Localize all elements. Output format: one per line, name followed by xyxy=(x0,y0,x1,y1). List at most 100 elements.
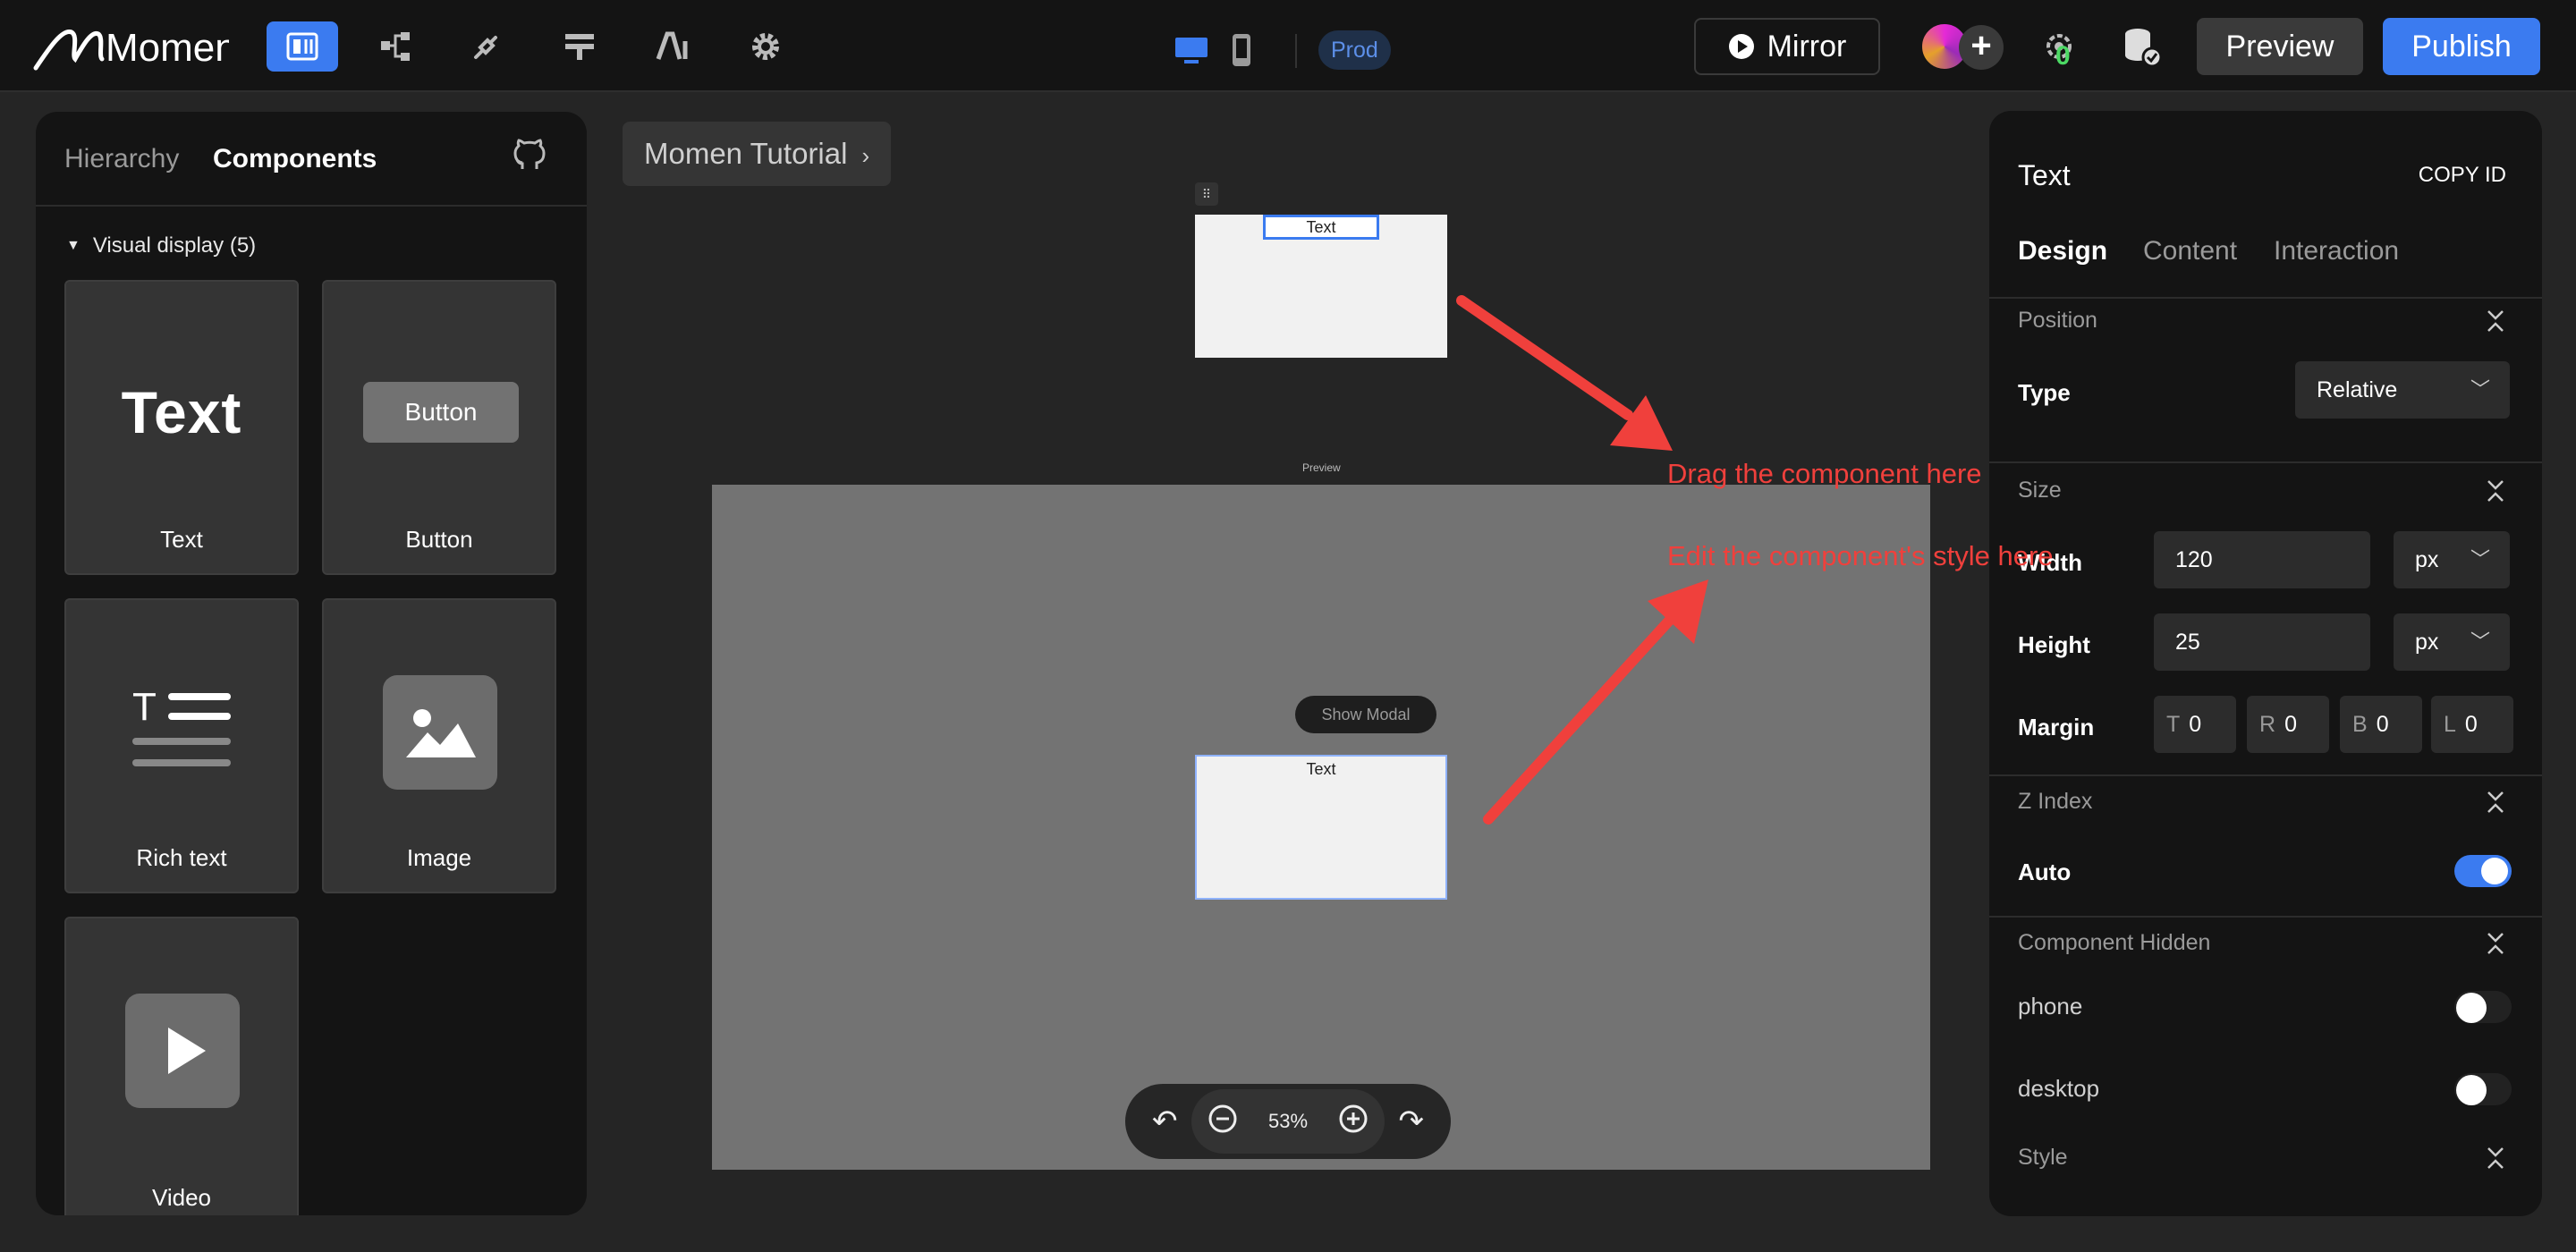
collapse-icon[interactable] xyxy=(2485,789,2506,816)
collapse-icon[interactable] xyxy=(2485,308,2506,334)
components-panel-icon xyxy=(286,32,318,61)
breadcrumb[interactable]: Momen Tutorial › xyxy=(623,122,892,186)
position-header: Position xyxy=(2018,308,2097,333)
z-index-header: Z Index xyxy=(2018,789,2093,814)
desktop-label: desktop xyxy=(2018,1075,2100,1102)
width-unit-select[interactable]: px ﹀ xyxy=(2394,531,2510,588)
collapse-icon[interactable] xyxy=(2485,1145,2506,1172)
section-title: Visual display (5) xyxy=(92,233,257,258)
modal-text-component[interactable]: Text xyxy=(1197,760,1445,779)
tab-components[interactable]: Components xyxy=(213,144,377,174)
momen-logo: Momen xyxy=(33,26,229,71)
size-header: Size xyxy=(2018,478,2062,503)
hide-on-phone-toggle[interactable] xyxy=(2454,991,2512,1023)
component-library-panel: Hierarchy Components ▼ Visual display (5)… xyxy=(36,112,587,1215)
undo-icon[interactable]: ↶ xyxy=(1152,1104,1178,1139)
publish-button[interactable]: Publish xyxy=(2383,18,2540,75)
data-model-icon xyxy=(565,34,594,60)
margin-inputs: T0 R0 B0 L0 xyxy=(2154,696,2513,753)
preview-button[interactable]: Preview xyxy=(2197,18,2363,75)
position-type-select[interactable]: Relative ﹀ xyxy=(2295,361,2510,419)
tab-hierarchy[interactable]: Hierarchy xyxy=(64,144,179,174)
canvas-frame-top[interactable]: Text xyxy=(1195,215,1447,358)
rich-text-glyph: T xyxy=(132,689,157,729)
chevron-down-icon: ﹀ xyxy=(2470,630,2490,653)
component-card-video[interactable]: Video xyxy=(64,917,299,1215)
section-z-index: Z Index Auto xyxy=(1989,774,2542,916)
properties-panel: Text COPY ID Design Content Interaction … xyxy=(1989,111,2542,1216)
edit-annotation: Edit the component's style here xyxy=(1667,540,2054,571)
component-card-text[interactable]: Text Text xyxy=(64,280,299,575)
drag-handle-icon[interactable]: ⠿ xyxy=(1195,182,1218,206)
component-label: Button xyxy=(405,526,473,553)
collapse-icon[interactable] xyxy=(2485,930,2506,957)
component-label: Video xyxy=(151,1184,212,1211)
component-card-button[interactable]: Button Button xyxy=(322,280,556,575)
modal-text-frame[interactable]: Text xyxy=(1195,755,1447,900)
add-collaborator-icon[interactable]: + xyxy=(1959,25,2004,70)
preview-label: Preview xyxy=(1302,461,1341,474)
ai-button[interactable] xyxy=(637,21,708,72)
copy-id-button[interactable]: COPY ID xyxy=(2419,163,2506,188)
env-badge[interactable]: Prod xyxy=(1318,30,1391,70)
mirror-label: Mirror xyxy=(1767,29,1847,63)
height-unit-value: px xyxy=(2415,630,2439,655)
section-size: Size Width 120 px ﹀ Height 25 px ﹀ Margin … xyxy=(1989,461,2542,774)
tab-design[interactable]: Design xyxy=(2018,236,2107,266)
zoom-out-icon[interactable] xyxy=(1208,1104,1238,1139)
component-card-rich-text[interactable]: T Rich text xyxy=(64,598,299,893)
auto-label: Auto xyxy=(2018,859,2072,885)
margin-bottom-input[interactable]: B0 xyxy=(2340,696,2422,753)
components-panel-button[interactable] xyxy=(267,21,338,72)
collapse-icon[interactable] xyxy=(2485,478,2506,504)
arrow-head-icon xyxy=(1610,395,1673,451)
redo-icon[interactable]: ↷ xyxy=(1398,1104,1424,1139)
caret-down-icon: ▼ xyxy=(66,238,80,253)
tab-interaction[interactable]: Interaction xyxy=(2274,236,2399,266)
chevron-right-icon: › xyxy=(861,142,870,169)
height-input[interactable]: 25 xyxy=(2154,613,2370,671)
toolbar-divider xyxy=(1295,34,1297,68)
section-position: Position Type Relative ﹀ xyxy=(1989,297,2542,461)
breadcrumb-page: Momen Tutorial xyxy=(644,137,848,170)
video-play-icon xyxy=(125,994,240,1108)
show-modal-button[interactable]: Show Modal xyxy=(1295,696,1436,733)
logo-text: Momen xyxy=(106,26,229,70)
hide-on-desktop-toggle[interactable] xyxy=(2454,1073,2512,1105)
data-model-button[interactable] xyxy=(544,21,615,72)
settings-button[interactable] xyxy=(730,21,801,72)
plugin-icon xyxy=(474,36,497,59)
width-unit-value: px xyxy=(2415,547,2439,572)
component-card-image[interactable]: Image xyxy=(322,598,556,893)
github-icon[interactable] xyxy=(513,139,546,174)
desktop-icon[interactable] xyxy=(1174,32,1209,68)
component-hidden-header: Component Hidden xyxy=(2018,930,2211,955)
component-label: Text xyxy=(160,526,203,553)
tab-content[interactable]: Content xyxy=(2143,236,2237,266)
width-input[interactable]: 120 xyxy=(2154,531,2370,588)
margin-left-input[interactable]: L0 xyxy=(2431,696,2513,753)
phone-icon[interactable] xyxy=(1224,32,1259,68)
chevron-down-icon: ﹀ xyxy=(2470,378,2490,401)
section-visual-display[interactable]: ▼ Visual display (5) xyxy=(66,233,256,258)
database-check-icon[interactable] xyxy=(2120,25,2165,70)
height-unit-select[interactable]: px ﹀ xyxy=(2394,613,2510,671)
mirror-button[interactable]: Mirror xyxy=(1694,18,1880,75)
top-toolbar: Momen Prod Mirror + 0 Preview Publish xyxy=(0,0,2576,92)
plugins-button[interactable] xyxy=(451,21,522,72)
drag-annotation: Drag the component here xyxy=(1667,458,1982,489)
zoom-toolbar: ↶ 53% ↷ xyxy=(1125,1084,1451,1159)
selected-component-title: Text xyxy=(2018,159,2071,191)
component-label: Rich text xyxy=(136,844,227,871)
selected-text-component[interactable]: Text xyxy=(1263,215,1379,240)
zoom-in-icon[interactable] xyxy=(1338,1104,1368,1139)
hierarchy-button[interactable] xyxy=(360,21,431,72)
debug-count-badge: 0 xyxy=(2055,41,2071,71)
type-label: Type xyxy=(2018,379,2071,406)
image-icon xyxy=(383,675,497,790)
hierarchy-tree-icon xyxy=(381,32,410,61)
style-header: Style xyxy=(2018,1145,2068,1170)
margin-right-input[interactable]: R0 xyxy=(2247,696,2329,753)
margin-top-input[interactable]: T0 xyxy=(2154,696,2236,753)
z-index-auto-toggle[interactable] xyxy=(2454,855,2512,887)
